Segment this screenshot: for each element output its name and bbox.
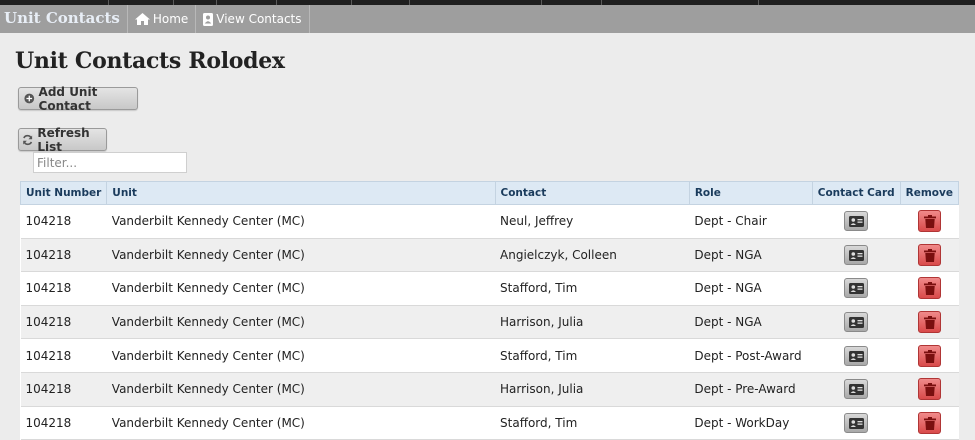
header-contact-card: Contact Card	[811, 181, 901, 205]
remove-button[interactable]	[917, 210, 941, 233]
cell-unit-number: 104218	[20, 338, 107, 373]
cell-role: Dept - Pre-Award	[689, 371, 813, 407]
contact-card-button[interactable]	[844, 244, 869, 265]
nav-home-link[interactable]: Home	[128, 5, 197, 33]
id-card-icon	[849, 350, 865, 362]
cell-role: Dept - WorkDay	[689, 405, 813, 440]
contact-card-button[interactable]	[844, 278, 869, 299]
cell-unit: Vanderbilt Kennedy Center (MC)	[106, 371, 496, 407]
cell-role: Dept - NGA	[689, 304, 813, 340]
remove-button[interactable]	[917, 411, 941, 434]
id-card-icon	[849, 417, 865, 429]
cell-contact: Harrison, Julia	[495, 304, 690, 340]
remove-button[interactable]	[917, 311, 941, 334]
contact-card-button[interactable]	[844, 379, 869, 400]
plus-circle-icon	[24, 93, 35, 104]
cell-unit-number: 104218	[20, 271, 107, 306]
remove-button[interactable]	[917, 277, 941, 300]
remove-button[interactable]	[917, 378, 941, 401]
cell-unit: Vanderbilt Kennedy Center (MC)	[106, 271, 496, 306]
contact-book-icon	[203, 12, 214, 26]
header-contact[interactable]: Contact	[494, 181, 690, 205]
refresh-icon	[23, 134, 33, 145]
remove-button[interactable]	[917, 344, 941, 367]
cell-contact: Stafford, Tim	[495, 338, 690, 373]
table-row: 104218 Vanderbilt Kennedy Center (MC) St…	[20, 405, 959, 440]
contact-card-button[interactable]	[844, 412, 869, 433]
refresh-list-button[interactable]: Refresh List	[18, 125, 107, 154]
cell-contact: Harrison, Julia	[495, 371, 690, 407]
cell-unit: Vanderbilt Kennedy Center (MC)	[106, 204, 496, 239]
cell-contact: Angielczyk, Colleen	[495, 237, 690, 273]
contact-card-button[interactable]	[844, 345, 869, 366]
nav-home-label: Home	[152, 12, 189, 26]
contact-card-button[interactable]	[844, 211, 869, 232]
table-row: 104218 Vanderbilt Kennedy Center (MC) An…	[20, 237, 959, 273]
trash-icon	[923, 248, 936, 262]
cell-role: Dept - NGA	[689, 271, 813, 306]
add-unit-contact-button[interactable]: Add Unit Contact	[18, 84, 138, 113]
trash-icon	[923, 416, 936, 430]
cell-contact: Stafford, Tim	[495, 271, 690, 306]
cell-unit: Vanderbilt Kennedy Center (MC)	[106, 338, 496, 373]
trash-icon	[923, 383, 936, 397]
filter-input[interactable]	[33, 152, 187, 173]
page-title: Unit Contacts Rolodex	[15, 48, 285, 74]
trash-icon	[923, 282, 936, 296]
remove-button[interactable]	[917, 243, 941, 266]
cell-unit-number: 104218	[20, 371, 107, 407]
table-row: 104218 Vanderbilt Kennedy Center (MC) Ne…	[20, 204, 959, 239]
cell-unit: Vanderbilt Kennedy Center (MC)	[106, 237, 496, 273]
header-remove: Remove	[899, 181, 960, 205]
home-icon	[134, 13, 150, 25]
cell-contact: Stafford, Tim	[495, 405, 690, 440]
cell-role: Dept - Post-Award	[689, 338, 813, 373]
top-navbar: Unit Contacts Home View Contacts	[0, 5, 975, 33]
brand-title[interactable]: Unit Contacts	[0, 5, 128, 33]
table-row: 104218 Vanderbilt Kennedy Center (MC) St…	[20, 271, 959, 306]
cell-unit: Vanderbilt Kennedy Center (MC)	[106, 405, 496, 440]
cell-unit-number: 104218	[20, 237, 107, 273]
id-card-icon	[849, 283, 865, 295]
nav-view-contacts-link[interactable]: View Contacts	[196, 5, 310, 33]
add-unit-contact-label: Add Unit Contact	[38, 84, 98, 113]
header-role[interactable]: Role	[688, 181, 813, 205]
trash-icon	[923, 316, 936, 330]
contact-card-button[interactable]	[844, 312, 869, 333]
table-header-row: Unit Number Unit Contact Role Contact Ca…	[19, 181, 960, 205]
header-unit-number[interactable]: Unit Number	[19, 181, 108, 205]
cell-unit-number: 104218	[20, 405, 107, 440]
id-card-icon	[849, 216, 865, 228]
cell-role: Dept - NGA	[689, 237, 813, 273]
trash-icon	[923, 349, 936, 363]
trash-icon	[923, 215, 936, 229]
cell-unit-number: 104218	[20, 204, 107, 239]
cell-role: Dept - Chair	[689, 204, 813, 239]
cell-unit: Vanderbilt Kennedy Center (MC)	[106, 304, 496, 340]
refresh-list-label: Refresh List	[37, 125, 90, 154]
id-card-icon	[849, 317, 865, 329]
cell-unit-number: 104218	[20, 304, 107, 340]
cell-contact: Neul, Jeffrey	[495, 204, 690, 239]
nav-view-contacts-label: View Contacts	[216, 12, 302, 26]
table-row: 104218 Vanderbilt Kennedy Center (MC) St…	[20, 338, 959, 373]
id-card-icon	[849, 249, 865, 261]
id-card-icon	[849, 384, 865, 396]
header-unit[interactable]: Unit	[106, 181, 496, 205]
unit-contacts-table: Unit Number Unit Contact Role Contact Ca…	[19, 181, 960, 440]
table-row: 104218 Vanderbilt Kennedy Center (MC) Ha…	[20, 371, 959, 407]
table-row: 104218 Vanderbilt Kennedy Center (MC) Ha…	[20, 304, 959, 340]
